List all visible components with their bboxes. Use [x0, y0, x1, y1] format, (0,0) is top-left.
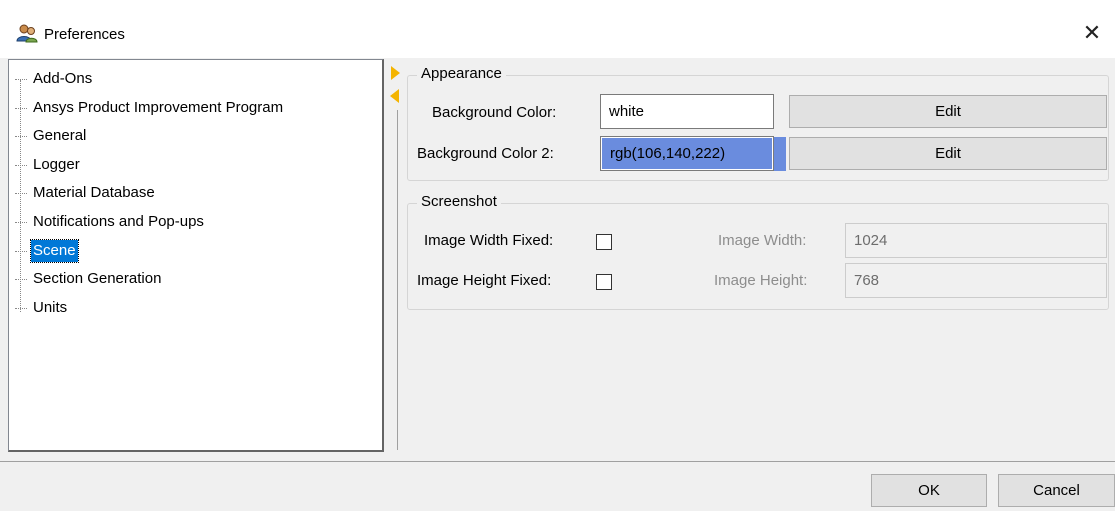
edit-label-2: Edit — [935, 145, 961, 162]
tree-connector-line — [20, 80, 21, 312]
image-width-field[interactable]: 1024 — [845, 223, 1107, 258]
cancel-label: Cancel — [1033, 482, 1080, 499]
color-swatch — [774, 137, 786, 171]
background-color-value: white — [609, 103, 645, 120]
close-icon: ✕ — [1082, 20, 1102, 45]
tree-item-units[interactable]: Units — [14, 297, 69, 319]
collapse-arrow-icon[interactable] — [390, 89, 399, 103]
background-color-edit-button[interactable]: Edit — [789, 95, 1107, 128]
image-height-field[interactable]: 768 — [845, 263, 1107, 298]
edit-label: Edit — [935, 103, 961, 120]
close-button[interactable]: ✕ — [1069, 14, 1115, 52]
image-width-value: 1024 — [854, 232, 888, 249]
background-color2-label: Background Color 2: — [417, 145, 554, 162]
tree-item-scene[interactable]: Scene — [15, 239, 79, 263]
background-color2-field[interactable]: rgb(106,140,222) — [600, 136, 774, 171]
users-icon — [16, 24, 38, 43]
background-color2-value: rgb(106,140,222) — [610, 145, 726, 162]
image-height-fixed-label: Image Height Fixed: — [417, 272, 552, 289]
image-height-value: 768 — [854, 272, 880, 289]
tree-item-section-generation[interactable]: Section Generation — [14, 268, 163, 290]
tree-item-add-ons[interactable]: Add-Ons — [14, 68, 94, 90]
image-width-label: Image Width: — [718, 232, 807, 249]
splitter[interactable] — [397, 110, 398, 450]
preferences-tree[interactable]: Add-Ons Ansys Product Improvement Progra… — [8, 59, 384, 452]
image-width-fixed-checkbox[interactable] — [596, 234, 612, 250]
image-height-label: Image Height: — [714, 272, 808, 289]
window-title: Preferences — [44, 26, 125, 43]
ok-button[interactable]: OK — [871, 474, 987, 507]
expand-arrow-icon[interactable] — [391, 66, 400, 80]
cancel-button[interactable]: Cancel — [998, 474, 1115, 507]
background-color-field[interactable]: white — [600, 94, 774, 129]
title-bar: Preferences ✕ — [0, 0, 1115, 58]
image-width-fixed-label: Image Width Fixed: — [424, 232, 554, 249]
tree-item-ansys-product-improvement[interactable]: Ansys Product Improvement Program — [14, 97, 285, 119]
tree-item-logger[interactable]: Logger — [15, 154, 82, 176]
tree-item-notifications[interactable]: Notifications and Pop-ups — [15, 211, 206, 233]
background-color2-edit-button[interactable]: Edit — [789, 137, 1107, 170]
screenshot-legend: Screenshot — [417, 193, 501, 210]
tree-item-general[interactable]: General — [14, 125, 88, 147]
ok-label: OK — [918, 482, 940, 499]
appearance-legend: Appearance — [417, 65, 506, 82]
background-color-label: Background Color: — [432, 104, 557, 121]
image-height-fixed-checkbox[interactable] — [596, 274, 612, 290]
tree-item-material-database[interactable]: Material Database — [15, 182, 157, 204]
